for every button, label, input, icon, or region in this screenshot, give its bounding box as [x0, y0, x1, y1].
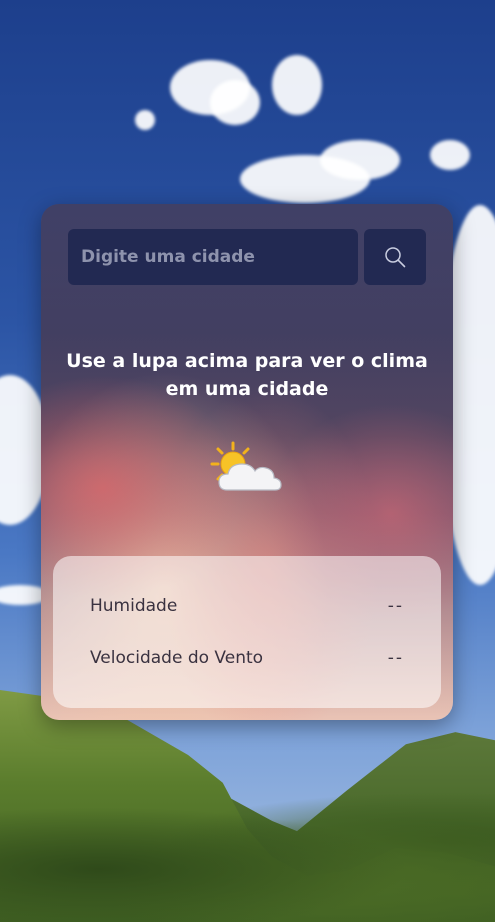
cloud	[135, 110, 155, 130]
cloud	[430, 140, 470, 170]
weather-details-panel: Humidade -- Velocidade do Vento --	[53, 556, 441, 708]
cloud	[272, 55, 322, 115]
sun-behind-cloud-icon	[210, 441, 282, 491]
search-button[interactable]	[364, 229, 426, 285]
wind-speed-value: --	[387, 648, 404, 668]
humidity-row: Humidade --	[90, 596, 404, 616]
instruction-message: Use a lupa acima para ver o clima em uma…	[66, 350, 428, 400]
cloud	[320, 140, 400, 180]
city-search-input[interactable]	[68, 229, 358, 285]
humidity-label: Humidade	[90, 596, 178, 616]
search-icon	[385, 247, 406, 268]
wind-speed-label: Velocidade do Vento	[90, 648, 264, 668]
foliage	[0, 790, 495, 922]
cloud	[210, 80, 260, 125]
humidity-value: --	[387, 596, 404, 616]
weather-card: Use a lupa acima para ver o clima em uma…	[41, 204, 453, 720]
wind-speed-row: Velocidade do Vento --	[90, 648, 404, 668]
